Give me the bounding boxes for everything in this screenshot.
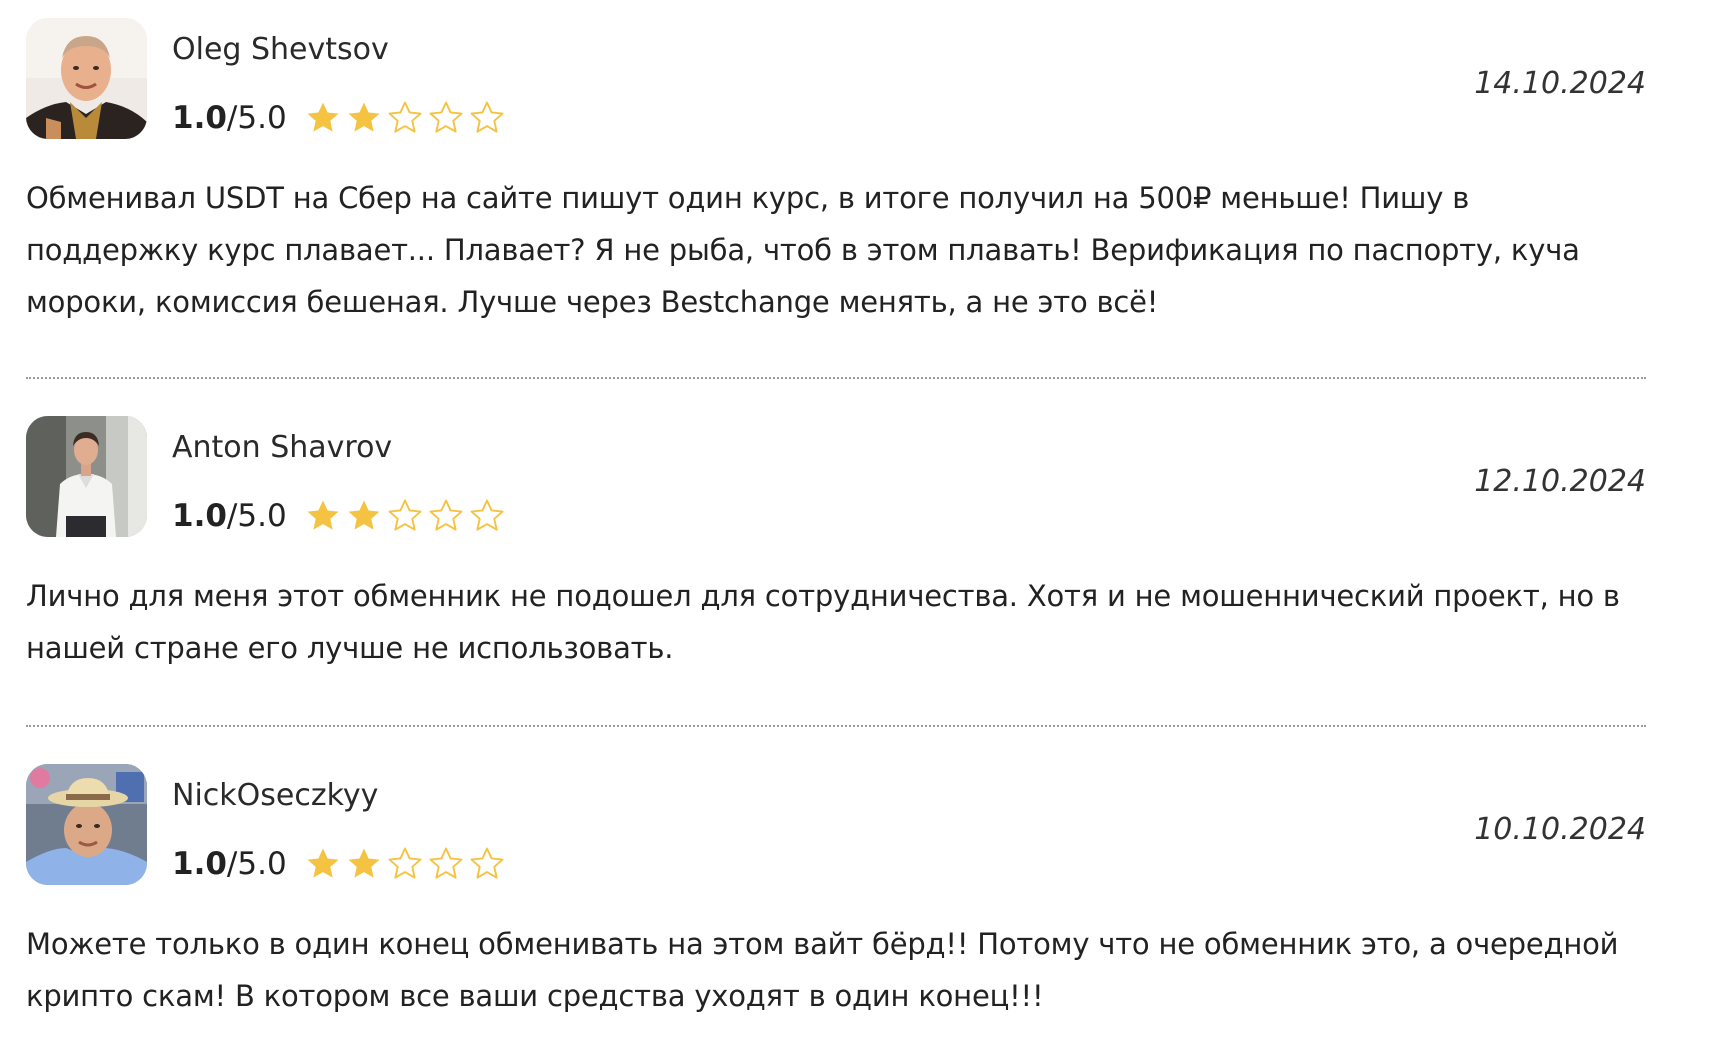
star-empty-icon — [386, 99, 424, 137]
review-date: 14.10.2024 — [1474, 66, 1646, 101]
avatar-photo-icon — [26, 416, 147, 537]
review-author[interactable]: Anton Shavrov — [172, 430, 392, 466]
star-empty-icon — [468, 497, 506, 535]
rating-stars — [304, 845, 509, 883]
star-filled-icon — [345, 497, 383, 535]
rating-score: 1.0/5.0 — [172, 100, 287, 136]
divider — [26, 377, 1646, 379]
star-empty-icon — [468, 99, 506, 137]
review-header: Oleg Shevtsov 1.0/5.0 14.10.2024 — [26, 18, 1646, 139]
review-text: Обменивал USDT на Сбер на сайте пишут од… — [26, 181, 1580, 319]
star-empty-icon — [427, 497, 465, 535]
avatar-photo-icon — [26, 18, 147, 139]
review-date: 10.10.2024 — [1474, 812, 1646, 847]
star-filled-icon — [345, 99, 383, 137]
review-header: Anton Shavrov 1.0/5.0 12.10.2024 — [26, 416, 1646, 537]
rating-stars — [304, 99, 509, 137]
review-author[interactable]: Oleg Shevtsov — [172, 32, 389, 68]
divider — [26, 725, 1646, 727]
star-filled-icon — [304, 845, 342, 883]
rating-score: 1.0/5.0 — [172, 846, 287, 882]
review-date: 12.10.2024 — [1474, 464, 1646, 499]
avatar — [26, 764, 147, 885]
star-empty-icon — [427, 845, 465, 883]
review-author[interactable]: NickOseczkyy — [172, 778, 378, 814]
review-text: Можете только в один конец обменивать на… — [26, 927, 1619, 1013]
rating: 1.0/5.0 — [172, 844, 509, 884]
star-filled-icon — [345, 845, 383, 883]
review-item: Oleg Shevtsov 1.0/5.0 14.10.2024 Обменив… — [26, 18, 1646, 328]
rating-stars — [304, 497, 509, 535]
review-header: NickOseczkyy 1.0/5.0 10.10.2024 — [26, 764, 1646, 885]
review-item: NickOseczkyy 1.0/5.0 10.10.2024 Можете т… — [26, 764, 1646, 1022]
avatar-photo-icon — [26, 764, 147, 885]
rating: 1.0/5.0 — [172, 496, 509, 536]
rating-score: 1.0/5.0 — [172, 498, 287, 534]
star-empty-icon — [468, 845, 506, 883]
avatar — [26, 416, 147, 537]
star-filled-icon — [304, 497, 342, 535]
avatar — [26, 18, 147, 139]
star-empty-icon — [386, 497, 424, 535]
star-empty-icon — [427, 99, 465, 137]
review-item: Anton Shavrov 1.0/5.0 12.10.2024 Лично д… — [26, 416, 1646, 674]
star-filled-icon — [304, 99, 342, 137]
star-empty-icon — [386, 845, 424, 883]
rating: 1.0/5.0 — [172, 98, 509, 138]
reviews-list: Oleg Shevtsov 1.0/5.0 14.10.2024 Обменив… — [26, 18, 1646, 1022]
review-text: Лично для меня этот обменник не подошел … — [26, 579, 1620, 665]
